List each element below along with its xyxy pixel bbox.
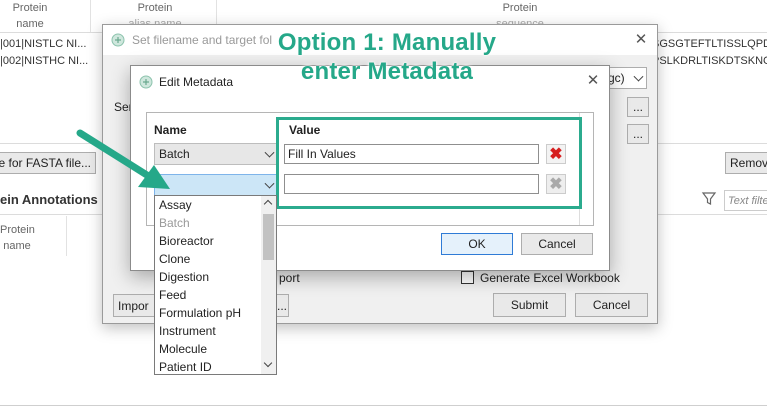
scroll-down-icon[interactable]: [263, 358, 273, 368]
remove-button[interactable]: Remov: [725, 152, 767, 174]
arrow-pointer-icon: [70, 125, 180, 195]
browse-button[interactable]: ...: [275, 294, 289, 317]
close-icon[interactable]: ✕: [585, 73, 601, 89]
dialog-title: Set filename and target fol: [132, 33, 273, 47]
annotation-line: Option 1: Manually: [277, 29, 497, 56]
column-divider: [66, 216, 67, 256]
app-logo-icon: [139, 75, 153, 89]
filter-placeholder: Text filte: [728, 194, 767, 207]
generate-excel-checkbox[interactable]: [461, 271, 474, 284]
port-label: port: [279, 271, 300, 285]
app-logo-icon: [111, 33, 125, 47]
format-select-value: gc): [608, 71, 625, 85]
scroll-up-icon[interactable]: [263, 199, 273, 209]
chevron-down-icon: [633, 71, 644, 82]
table-row-sequence[interactable]: PSLKDRLTISKDTSKNC: [652, 51, 767, 71]
browse-button[interactable]: ...: [627, 97, 649, 117]
bottom-divider: [0, 405, 767, 406]
header-line: name: [16, 18, 44, 30]
dialog-title: Edit Metadata: [159, 75, 234, 89]
dropdown-item[interactable]: Bioreactor: [155, 232, 261, 250]
dropdown-scrollbar[interactable]: [261, 196, 276, 374]
cancel-button[interactable]: Cancel: [575, 293, 648, 317]
close-icon[interactable]: ✕: [633, 32, 649, 48]
dropdown-item[interactable]: Molecule: [155, 340, 261, 358]
generate-excel-label: Generate Excel Workbook: [480, 271, 620, 285]
table-row-name[interactable]: |002|NISTHC NI...: [0, 51, 88, 71]
annotations-column-header[interactable]: Protein name: [0, 222, 35, 254]
header-line: Protein: [12, 2, 48, 14]
column-divider: [90, 0, 91, 32]
chevron-down-icon: [264, 178, 275, 189]
dropdown-item[interactable]: Assay: [155, 196, 261, 214]
name-dropdown-list[interactable]: Assay Batch Bioreactor Clone Digestion F…: [154, 195, 277, 375]
dropdown-item: Batch: [159, 216, 190, 230]
dropdown-item[interactable]: Instrument: [155, 322, 261, 340]
header-line: Protein: [502, 2, 538, 14]
filter-icon[interactable]: [701, 191, 717, 207]
chevron-down-icon: [264, 147, 275, 158]
dropdown-item[interactable]: Clone: [155, 250, 261, 268]
dropdown-item[interactable]: Patient ID: [155, 358, 261, 376]
submit-button[interactable]: Submit: [493, 293, 566, 317]
dropdown-item[interactable]: Feed: [155, 286, 261, 304]
text-filter-input[interactable]: Text filte: [724, 190, 767, 211]
ok-button[interactable]: OK: [441, 233, 513, 255]
dropdown-items: Assay Batch Bioreactor Clone Digestion F…: [155, 196, 261, 376]
header-line: Protein: [0, 224, 35, 236]
column-header-protein-name[interactable]: Protein name: [0, 0, 60, 32]
annotation-line: enter Metadata: [300, 58, 474, 85]
annotation-highlight-box: [276, 117, 582, 209]
header-line: name: [3, 240, 31, 252]
dropdown-item[interactable]: Formulation pH: [155, 304, 261, 322]
header-line: Protein: [137, 2, 173, 14]
dropdown-item[interactable]: Digestion: [155, 268, 261, 286]
import-button[interactable]: Impor: [113, 294, 159, 317]
annotation-callout: Option 1: Manually enter Metadata: [262, 28, 512, 86]
cancel-button[interactable]: Cancel: [521, 233, 593, 255]
browse-button[interactable]: ...: [627, 124, 649, 144]
scroll-thumb[interactable]: [263, 214, 274, 260]
